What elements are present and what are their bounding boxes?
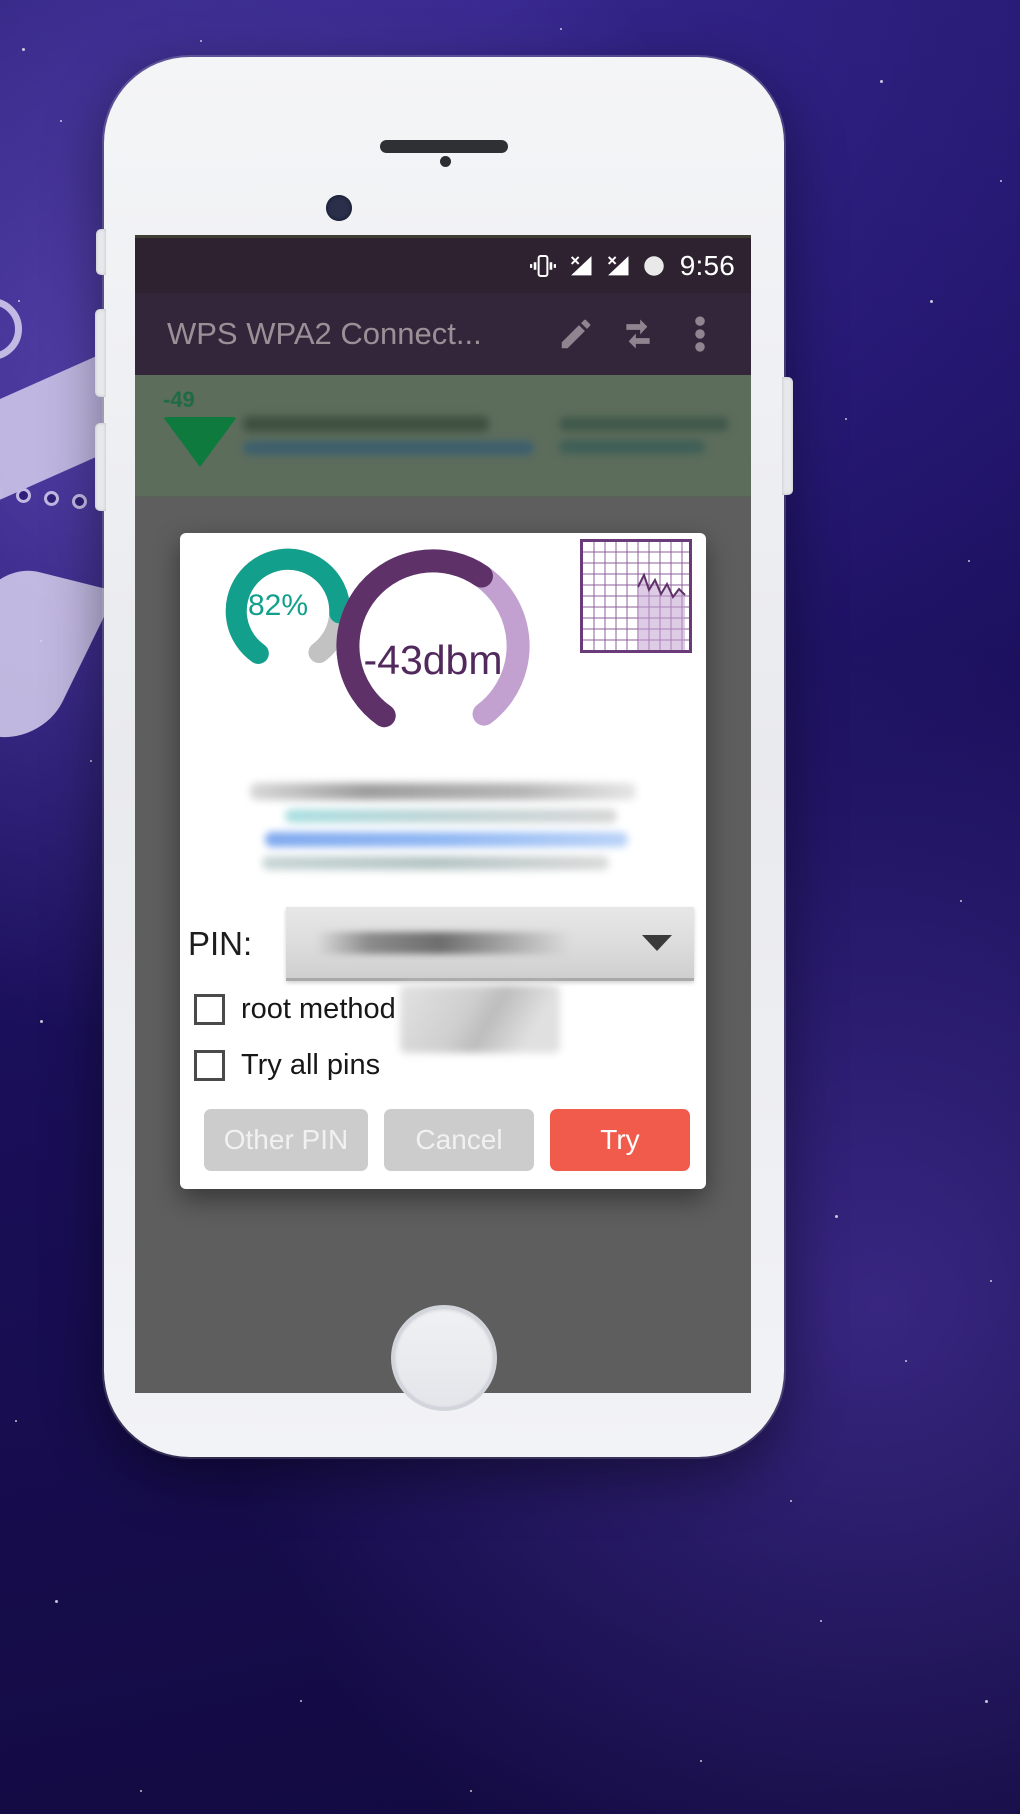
plane-ring-shape xyxy=(0,298,22,360)
volume-down-button[interactable] xyxy=(95,423,106,511)
overflow-menu-button[interactable] xyxy=(669,303,731,365)
proximity-sensor xyxy=(440,156,451,167)
front-camera xyxy=(326,195,352,221)
earpiece-speaker xyxy=(380,140,508,153)
signal-value: -43dbm xyxy=(363,637,503,683)
root-method-row[interactable]: root method xyxy=(180,981,706,1053)
redacted-bssid xyxy=(243,441,534,455)
wifi-full-icon xyxy=(163,417,237,467)
edit-button[interactable] xyxy=(545,303,607,365)
home-button[interactable] xyxy=(391,1305,497,1411)
mute-switch[interactable] xyxy=(96,229,106,275)
wps-connect-dialog: 82% -43dbm PIN: root method Try all pins… xyxy=(180,533,706,1189)
app-title: WPS WPA2 Connect... xyxy=(167,316,482,351)
overflow-menu-icon xyxy=(695,316,705,352)
signal-no-service-icon xyxy=(607,255,629,275)
access-point-details xyxy=(243,407,559,464)
dialog-button-bar: Other PIN Cancel Try xyxy=(180,1093,706,1175)
volume-up-button[interactable] xyxy=(95,309,106,397)
signal-no-service-icon xyxy=(570,255,592,275)
signal-strength-indicator: -49 xyxy=(157,375,243,496)
access-point-meta xyxy=(559,408,729,463)
try-all-pins-checkbox[interactable] xyxy=(194,1049,225,1081)
edit-icon xyxy=(561,319,591,349)
refresh-button[interactable] xyxy=(607,303,669,365)
phone-screen: 9:56 WPS WPA2 Connect... -49 82% -43dbm … xyxy=(135,235,751,1393)
quality-value: 82% xyxy=(247,589,309,622)
chevron-down-icon xyxy=(642,934,672,951)
try-all-pins-label: Try all pins xyxy=(241,1048,381,1081)
pin-label: PIN: xyxy=(188,925,253,962)
battery-circle-icon xyxy=(643,255,664,276)
spectrum-chart-icon xyxy=(583,542,689,650)
redacted-info-line xyxy=(265,832,629,847)
redacted-info-line xyxy=(261,856,609,870)
root-method-checkbox[interactable] xyxy=(194,993,225,1025)
redacted-meta-line xyxy=(559,417,729,431)
redacted-ssid xyxy=(243,416,490,432)
vibrate-icon xyxy=(529,254,556,277)
other-pin-button[interactable]: Other PIN xyxy=(204,1109,368,1171)
spectrum-chart-thumbnail[interactable] xyxy=(580,539,692,653)
pin-select[interactable] xyxy=(286,907,694,981)
pin-selected-value xyxy=(316,931,612,954)
phone-mockup: 9:56 WPS WPA2 Connect... -49 82% -43dbm … xyxy=(95,57,793,1457)
power-button[interactable] xyxy=(782,377,793,495)
rssi-label: -49 xyxy=(163,387,195,412)
root-method-label: root method xyxy=(241,992,396,1025)
status-bar: 9:56 xyxy=(135,235,751,293)
try-all-pins-row[interactable]: Try all pins xyxy=(180,1037,706,1093)
try-button[interactable]: Try xyxy=(550,1109,690,1171)
plane-tail-shape xyxy=(0,562,117,748)
redacted-info-line xyxy=(284,809,617,823)
redacted-info-line xyxy=(250,783,636,800)
network-info-block xyxy=(180,748,706,889)
cancel-button[interactable]: Cancel xyxy=(384,1109,534,1171)
status-bar-clock: 9:56 xyxy=(679,249,735,281)
gauge-panel: 82% -43dbm xyxy=(180,533,706,748)
list-item[interactable]: -49 xyxy=(135,375,751,497)
pin-row: PIN: xyxy=(180,903,706,981)
redacted-meta-line xyxy=(559,440,706,454)
app-bar: WPS WPA2 Connect... xyxy=(135,293,751,375)
refresh-icon xyxy=(626,319,650,349)
